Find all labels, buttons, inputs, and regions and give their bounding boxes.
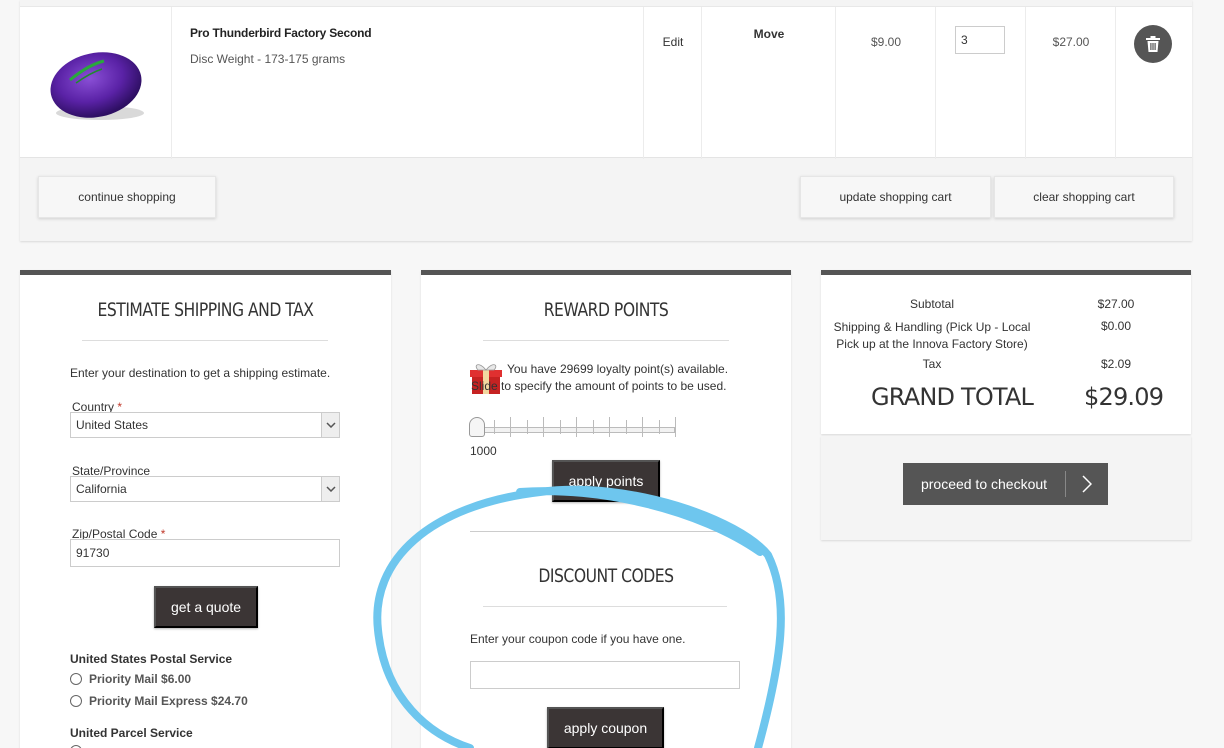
move-cell: Move	[702, 7, 836, 159]
discount-prompt: Enter your coupon code if you have one.	[470, 632, 686, 646]
chevron-right-icon	[1066, 475, 1108, 493]
clear-cart-button[interactable]: clear shopping cart	[994, 176, 1174, 218]
edit-item-link[interactable]: Edit	[644, 35, 702, 49]
carrier-usps-label: United States Postal Service	[70, 652, 233, 666]
shipping-option-priority[interactable]: Priority Mail $6.00	[70, 672, 191, 686]
checkout-label: proceed to checkout	[920, 476, 1048, 492]
quantity-input[interactable]	[955, 26, 1005, 54]
get-quote-button[interactable]: get a quote	[154, 586, 258, 628]
product-option: Disc Weight - 173-175 grams	[190, 52, 346, 66]
slider-tick	[609, 417, 610, 437]
shipping-divider	[82, 340, 328, 341]
edit-cell: Edit	[644, 7, 702, 159]
slider-tick	[642, 417, 643, 437]
reward-message: You have 29699 loyalty point(s) availabl…	[471, 362, 729, 393]
checkout-section: proceed to checkout	[821, 436, 1191, 540]
order-totals-panel: Subtotal $27.00 Shipping & Handling (Pic…	[821, 270, 1191, 434]
slider-tick	[543, 417, 544, 437]
product-name-cell: Pro Thunderbird Factory Second Disc Weig…	[172, 7, 644, 159]
discount-title: DISCOUNT CODES	[538, 565, 674, 587]
apply-points-button[interactable]: apply points	[552, 460, 660, 502]
slider-tick	[576, 417, 577, 437]
product-disc-image[interactable]	[48, 47, 148, 123]
points-slider-handle[interactable]	[469, 417, 485, 437]
reward-divider	[483, 340, 729, 341]
points-slider-track[interactable]	[471, 427, 675, 433]
row-subtotal: $27.00	[1052, 35, 1090, 49]
remove-item-button[interactable]	[1134, 25, 1172, 63]
chevron-down-icon	[321, 413, 339, 437]
proceed-to-checkout-button[interactable]: proceed to checkout	[903, 463, 1108, 505]
slider-tick	[559, 420, 561, 434]
unit-price: $9.00	[870, 35, 902, 49]
slider-tick	[592, 420, 594, 434]
slider-tick	[526, 420, 528, 434]
slider-value: 1000	[470, 444, 497, 458]
subtotal-value: $27.00	[1097, 297, 1135, 311]
slider-tick	[510, 417, 511, 437]
move-item-link[interactable]: Move	[702, 27, 836, 41]
radio-button[interactable]	[70, 673, 82, 685]
reward-title: REWARD POINTS	[543, 299, 669, 321]
reward-points-panel: REWARD POINTS You have 29699 loyalty poi…	[421, 270, 791, 748]
radio-button[interactable]	[70, 695, 82, 707]
qty-cell	[936, 7, 1026, 159]
section-divider	[470, 531, 742, 532]
product-name[interactable]: Pro Thunderbird Factory Second	[190, 26, 372, 40]
tax-value: $2.09	[1100, 357, 1132, 371]
shipping-intro: Enter your destination to get a shipping…	[70, 366, 331, 380]
state-select[interactable]: California	[70, 476, 340, 502]
update-cart-button[interactable]: update shopping cart	[800, 176, 991, 218]
subtotal-label: Subtotal	[909, 297, 955, 311]
price-cell: $9.00	[836, 7, 936, 159]
apply-coupon-button[interactable]: apply coupon	[547, 707, 664, 748]
shipping-estimate-panel: ESTIMATE SHIPPING AND TAX Enter your des…	[20, 270, 391, 748]
cart-section: Pro Thunderbird Factory Second Disc Weig…	[20, 0, 1192, 241]
grand-total-label: GRAND TOTAL	[871, 383, 1034, 411]
continue-shopping-button[interactable]: continue shopping	[38, 176, 216, 218]
trash-icon	[1146, 36, 1160, 52]
chevron-down-icon	[321, 477, 339, 501]
country-select[interactable]: United States	[70, 412, 340, 438]
shipping-handling-value: $0.00	[1100, 319, 1132, 333]
state-value: California	[76, 482, 127, 496]
shipping-title: ESTIMATE SHIPPING AND TAX	[97, 299, 314, 321]
carrier-ups-label: United Parcel Service	[70, 726, 193, 740]
slider-tick	[493, 420, 495, 434]
shipping-option-express[interactable]: Priority Mail Express $24.70	[70, 694, 248, 708]
delete-cell	[1116, 7, 1192, 159]
grand-total-value: $29.09	[1084, 383, 1164, 411]
row-subtotal-cell: $27.00	[1026, 7, 1116, 159]
cart-item-row: Pro Thunderbird Factory Second Disc Weig…	[20, 6, 1192, 159]
shipping-handling-label: Shipping & Handling (Pick Up - Local Pic…	[833, 320, 1031, 351]
tax-label: Tax	[922, 357, 942, 371]
product-image-cell	[20, 7, 172, 159]
coupon-code-input[interactable]	[470, 661, 740, 689]
slider-tick	[625, 420, 627, 434]
zip-input[interactable]	[70, 539, 340, 567]
discount-divider	[483, 606, 727, 607]
slider-tick	[658, 420, 660, 434]
country-value: United States	[76, 418, 149, 432]
slider-tick	[675, 417, 676, 437]
